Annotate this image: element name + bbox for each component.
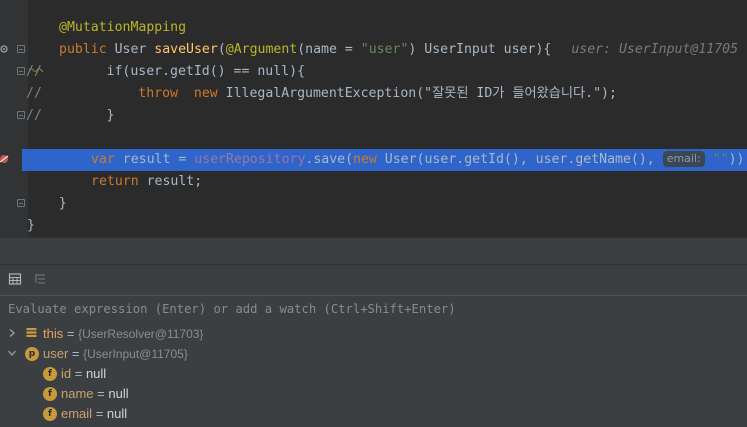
variable-value: null: [106, 406, 128, 421]
variable-name: email: [61, 406, 93, 421]
debug-toolbar: [0, 264, 747, 295]
variables-tree[interactable]: this = {UserResolver@11703} p user = {Us…: [0, 322, 747, 427]
implement-marker-icon[interactable]: [0, 44, 8, 54]
variable-name: name: [61, 386, 94, 401]
variable-value: {UserInput@11705}: [83, 347, 188, 361]
equals: =: [71, 366, 86, 381]
parameter-badge-icon: p: [25, 347, 39, 361]
equals: =: [92, 406, 107, 421]
code-text: }: [27, 196, 67, 211]
comment-marker: //: [26, 64, 42, 79]
fold-toggle-icon[interactable]: [17, 199, 25, 207]
field-badge-icon: f: [43, 367, 57, 381]
code-text: result;: [138, 174, 203, 189]
fold-toggle-icon[interactable]: [17, 45, 25, 53]
code-text: }: [27, 218, 35, 233]
comment-marker: //: [26, 108, 42, 123]
evaluate-expression-field[interactable]: Evaluate expression (Enter) or add a wat…: [0, 295, 747, 323]
equals: =: [93, 386, 109, 401]
variable-name: id: [61, 366, 72, 381]
keyword-token: new: [193, 86, 218, 101]
parameter-hint: email:: [662, 151, 705, 167]
variable-value: null: [85, 366, 107, 381]
code-line-8[interactable]: }: [27, 193, 67, 215]
variable-row-id[interactable]: id = null: [61, 364, 106, 384]
object-stack-icon: [26, 328, 37, 337]
tree-view-icon[interactable]: [33, 272, 47, 286]
fold-toggle-icon[interactable]: [17, 67, 25, 75]
code-text: )): [728, 152, 745, 167]
code-text: if(user.getId() == null){: [43, 64, 306, 79]
comment-marker: //: [26, 86, 42, 101]
chevron-down-icon[interactable]: [7, 348, 17, 358]
code-line-execution-point[interactable]: var result = userRepository.save(new Use…: [91, 149, 744, 171]
code-text: result =: [114, 152, 195, 167]
type-token: User: [114, 42, 155, 57]
field-badge-icon: f: [43, 407, 57, 421]
chevron-right-icon[interactable]: [7, 328, 17, 338]
code-line-1[interactable]: @MutationMapping: [59, 17, 186, 39]
code-line-9[interactable]: }: [27, 215, 35, 237]
variable-name: user: [43, 346, 69, 361]
equals: =: [68, 346, 84, 361]
code-editor[interactable]: @MutationMapping public User saveUser(@A…: [0, 0, 747, 237]
paren-token: (: [217, 42, 226, 57]
code-line-5[interactable]: }: [43, 105, 115, 127]
field-badge-icon: f: [43, 387, 57, 401]
method-name-token: saveUser: [154, 42, 218, 57]
code-line-3[interactable]: if(user.getId() == null){: [43, 61, 306, 83]
code-line-2[interactable]: public User saveUser(@Argument(name = "u…: [59, 39, 738, 61]
string-token: "user": [360, 42, 409, 57]
ide-window: { "editor": { "lines": { "l1": "@Mutatio…: [0, 0, 747, 427]
variable-row-email[interactable]: email = null: [61, 404, 127, 424]
variable-row-user[interactable]: user = {UserInput@11705}: [43, 344, 188, 364]
code-text: }: [43, 108, 115, 123]
annotation-token: @MutationMapping: [59, 20, 187, 35]
code-text: User(user.getId(), user.getName(),: [376, 152, 663, 167]
code-line-4[interactable]: throw new IllegalArgumentException("잘못된 …: [43, 83, 617, 105]
keyword-token: new: [353, 152, 377, 167]
fold-toggle-icon[interactable]: [17, 111, 25, 119]
breakpoint-arrow-icon[interactable]: [0, 153, 9, 167]
keyword-token: public: [59, 42, 115, 57]
variable-name: this: [43, 326, 64, 341]
keyword-token: throw: [138, 86, 178, 101]
panel-splitter[interactable]: [0, 237, 747, 265]
annotation-token: @Argument: [225, 42, 298, 57]
keyword-token: var: [91, 152, 115, 167]
string-token: "": [704, 152, 729, 167]
param-token: (name =: [297, 42, 361, 57]
table-view-icon[interactable]: [8, 272, 22, 286]
equals: =: [63, 326, 79, 341]
code-line-7[interactable]: return result;: [91, 171, 202, 193]
variable-value: null: [108, 386, 129, 401]
code-text: .save(: [305, 152, 354, 167]
code-text: IllegalArgumentException("잘못된 ID가 들어왔습니다…: [217, 86, 617, 101]
keyword-token: return: [91, 174, 139, 189]
variable-value: {UserResolver@11703}: [78, 327, 204, 341]
param-token: ) UserInput user){: [408, 42, 552, 57]
inline-debug-value: user: UserInput@11705: [571, 42, 739, 57]
variable-row-this[interactable]: this = {UserResolver@11703}: [43, 324, 203, 344]
evaluate-placeholder: Evaluate expression (Enter) or add a wat…: [8, 302, 456, 316]
variable-row-name[interactable]: name = null: [61, 384, 129, 404]
field-token: userRepository: [194, 152, 306, 167]
